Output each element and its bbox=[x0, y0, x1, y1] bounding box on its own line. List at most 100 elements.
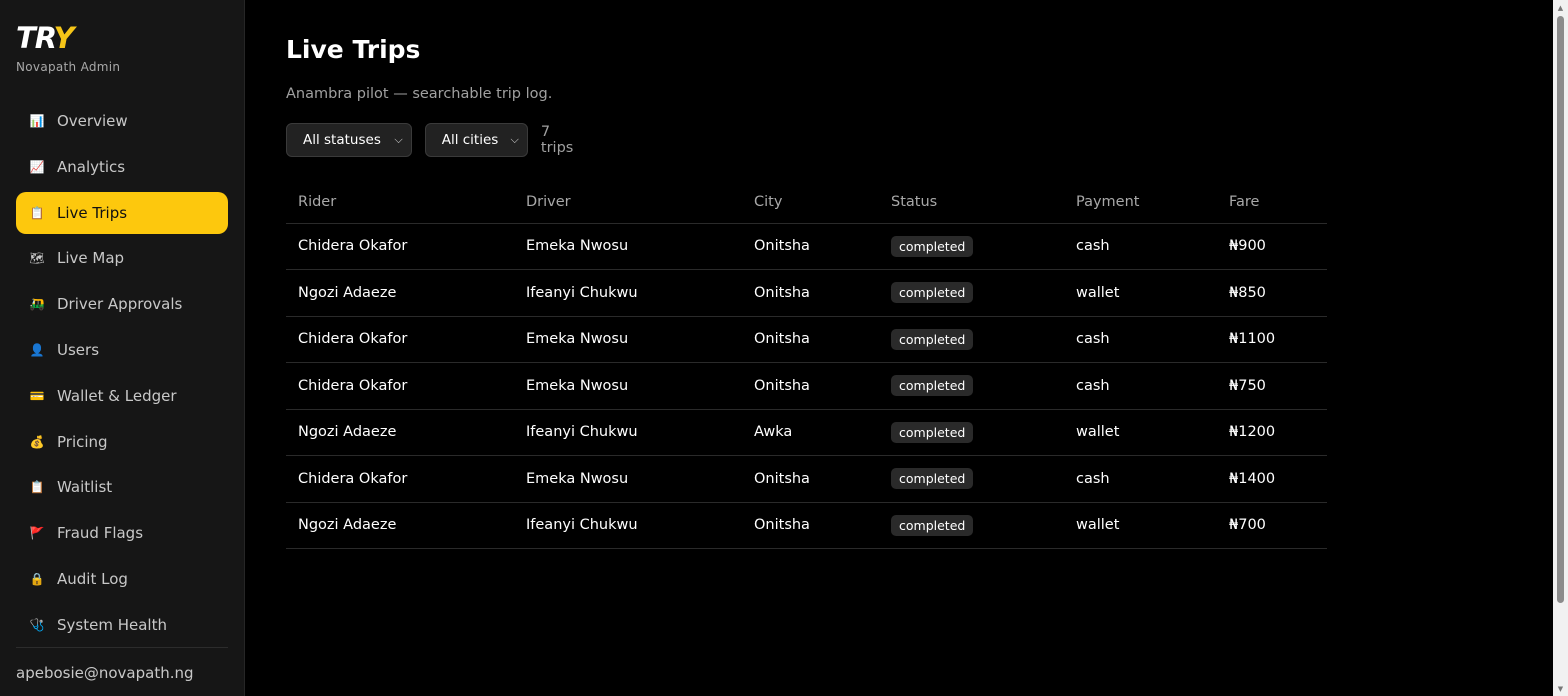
chevron-down-icon: ⌵ bbox=[510, 133, 519, 146]
status-cell: completed bbox=[879, 362, 1064, 410]
sidebar-item-label: Users bbox=[57, 340, 100, 359]
sidebar-item-users[interactable]: 👤 Users bbox=[16, 329, 228, 371]
driver-cell: Ifeanyi Chukwu bbox=[514, 269, 742, 317]
status-badge: completed bbox=[891, 375, 974, 397]
status-badge: completed bbox=[891, 514, 974, 536]
table-row[interactable]: Chidera Okafor Emeka Nwosu Onitsha complete… bbox=[286, 362, 1327, 410]
scroll-up-arrow-icon[interactable]: ▲ bbox=[1553, 0, 1568, 15]
user-icon: 👤 bbox=[29, 342, 45, 357]
card-icon: 💳 bbox=[29, 388, 45, 403]
rider-cell: Ngozi Adaeze bbox=[286, 269, 514, 317]
trips-table: Rider Driver City Status Payment Fare Chidera… bbox=[286, 181, 1327, 549]
scroll-down-arrow-icon[interactable]: ▼ bbox=[1553, 681, 1568, 696]
city-cell: Onitsha bbox=[742, 502, 879, 549]
sidebar-item-wallet-ledger[interactable]: 💳 Wallet & Ledger bbox=[16, 375, 228, 417]
payment-cell: cash bbox=[1064, 316, 1217, 363]
fare-cell: ₦1400 bbox=[1217, 455, 1327, 503]
column-header-payment: Payment bbox=[1064, 181, 1217, 224]
sidebar-item-live-trips[interactable]: 📋 Live Trips bbox=[16, 191, 228, 234]
clipboard-icon: 📋 bbox=[29, 480, 45, 495]
sidebar-item-label: Wallet & Ledger bbox=[57, 386, 177, 405]
map-icon: 🗺 bbox=[29, 251, 45, 266]
sidebar-nav: 📊 Overview 📈 Analytics 📋 Live Trips 🗺 Live Map 🛺… bbox=[16, 100, 228, 650]
rider-cell: Chidera Okafor bbox=[286, 223, 514, 270]
sidebar-item-label: Audit Log bbox=[57, 569, 128, 588]
status-cell: completed bbox=[879, 409, 1064, 456]
status-filter-select[interactable]: All statuses ⌵ bbox=[286, 123, 412, 157]
sidebar-item-label: System Health bbox=[57, 615, 167, 634]
sidebar-item-fraud-flags[interactable]: 🚩 Fraud Flags bbox=[16, 512, 228, 554]
city-cell: Onitsha bbox=[742, 223, 879, 270]
table-row[interactable]: Ngozi Adaeze Ifeanyi Chukwu Onitsha complet… bbox=[286, 502, 1327, 549]
sidebar-item-label: Pricing bbox=[57, 432, 108, 451]
table-row[interactable]: Ngozi Adaeze Ifeanyi Chukwu Onitsha complet… bbox=[286, 269, 1327, 317]
trend-icon: 📈 bbox=[29, 159, 45, 174]
filters-bar: All statuses ⌵ All cities ⌵ 7 trips bbox=[286, 123, 584, 157]
sidebar-item-analytics[interactable]: 📈 Analytics bbox=[16, 146, 228, 188]
logo-text: TRY bbox=[16, 21, 74, 55]
chart-icon: 📊 bbox=[29, 114, 45, 128]
city-cell: Onitsha bbox=[742, 362, 879, 410]
vertical-scrollbar[interactable]: ▲ ▼ bbox=[1553, 0, 1568, 696]
logo[interactable]: TRY bbox=[16, 20, 120, 56]
status-cell: completed bbox=[879, 455, 1064, 503]
page-subtitle: Anambra pilot — searchable trip log. bbox=[286, 86, 553, 102]
sidebar-item-driver-approvals[interactable]: 🛺 Driver Approvals bbox=[16, 283, 228, 325]
scrollbar-thumb[interactable] bbox=[1557, 16, 1564, 603]
sidebar-item-pricing[interactable]: 💰 Pricing bbox=[16, 421, 228, 463]
sidebar-item-audit-log[interactable]: 🔒 Audit Log bbox=[16, 558, 228, 600]
sidebar-item-label: Live Map bbox=[57, 249, 125, 268]
status-cell: completed bbox=[879, 316, 1064, 363]
driver-cell: Emeka Nwosu bbox=[514, 455, 742, 503]
status-cell: completed bbox=[879, 269, 1064, 317]
status-badge: completed bbox=[891, 421, 974, 443]
sidebar-item-label: Waitlist bbox=[57, 478, 113, 497]
table-row[interactable]: Chidera Okafor Emeka Nwosu Onitsha complete… bbox=[286, 316, 1327, 363]
sidebar-item-waitlist[interactable]: 📋 Waitlist bbox=[16, 466, 228, 508]
status-filter-value: All statuses bbox=[303, 132, 381, 148]
sidebar-item-overview[interactable]: 📊 Overview bbox=[16, 100, 228, 142]
sidebar-item-label: Fraud Flags bbox=[57, 524, 144, 543]
city-filter-select[interactable]: All cities ⌵ bbox=[424, 123, 528, 157]
page-title: Live Trips bbox=[286, 35, 421, 64]
table-row[interactable]: Ngozi Adaeze Ifeanyi Chukwu Awka completed w… bbox=[286, 409, 1327, 456]
payment-cell: wallet bbox=[1064, 269, 1217, 317]
lock-icon: 🔒 bbox=[29, 571, 45, 586]
table-body: Chidera Okafor Emeka Nwosu Onitsha complete… bbox=[286, 223, 1327, 549]
trip-count: 7 trips bbox=[540, 124, 574, 156]
auto-rickshaw-icon: 🛺 bbox=[29, 297, 45, 312]
driver-cell: Emeka Nwosu bbox=[514, 223, 742, 270]
user-email: apebosie@novapath.ng bbox=[16, 664, 194, 682]
sidebar-item-system-health[interactable]: 🩺 System Health bbox=[16, 604, 228, 646]
rider-cell: Ngozi Adaeze bbox=[286, 502, 514, 549]
status-badge: completed bbox=[891, 468, 974, 490]
money-bag-icon: 💰 bbox=[29, 434, 45, 449]
column-header-driver: Driver bbox=[514, 181, 742, 224]
payment-cell: cash bbox=[1064, 455, 1217, 503]
sidebar-item-label: Analytics bbox=[57, 157, 126, 176]
column-header-fare: Fare bbox=[1217, 181, 1327, 224]
clipboard-icon: 📋 bbox=[29, 205, 45, 220]
fare-cell: ₦1200 bbox=[1217, 409, 1327, 456]
city-cell: Onitsha bbox=[742, 269, 879, 317]
city-filter-value: All cities bbox=[441, 132, 499, 148]
table-row[interactable]: Chidera Okafor Emeka Nwosu Onitsha complete… bbox=[286, 455, 1327, 503]
sidebar-item-label: Overview bbox=[57, 112, 128, 130]
status-cell: completed bbox=[879, 502, 1064, 549]
driver-cell: Emeka Nwosu bbox=[514, 362, 742, 410]
payment-cell: cash bbox=[1064, 223, 1217, 270]
flag-icon: 🚩 bbox=[29, 526, 45, 541]
rider-cell: Chidera Okafor bbox=[286, 316, 514, 363]
sidebar: TRY Novapath Admin 📊 Overview 📈 Analytics 📋 L… bbox=[0, 0, 245, 696]
table-row[interactable]: Chidera Okafor Emeka Nwosu Onitsha complete… bbox=[286, 223, 1327, 270]
fare-cell: ₦850 bbox=[1217, 269, 1327, 317]
city-cell: Onitsha bbox=[742, 455, 879, 503]
status-badge: completed bbox=[891, 235, 974, 257]
status-badge: completed bbox=[891, 328, 974, 350]
fare-cell: ₦750 bbox=[1217, 362, 1327, 410]
driver-cell: Ifeanyi Chukwu bbox=[514, 409, 742, 456]
driver-cell: Emeka Nwosu bbox=[514, 316, 742, 363]
fare-cell: ₦900 bbox=[1217, 223, 1327, 270]
sidebar-item-live-map[interactable]: 🗺 Live Map bbox=[16, 237, 228, 279]
fare-cell: ₦700 bbox=[1217, 502, 1327, 549]
